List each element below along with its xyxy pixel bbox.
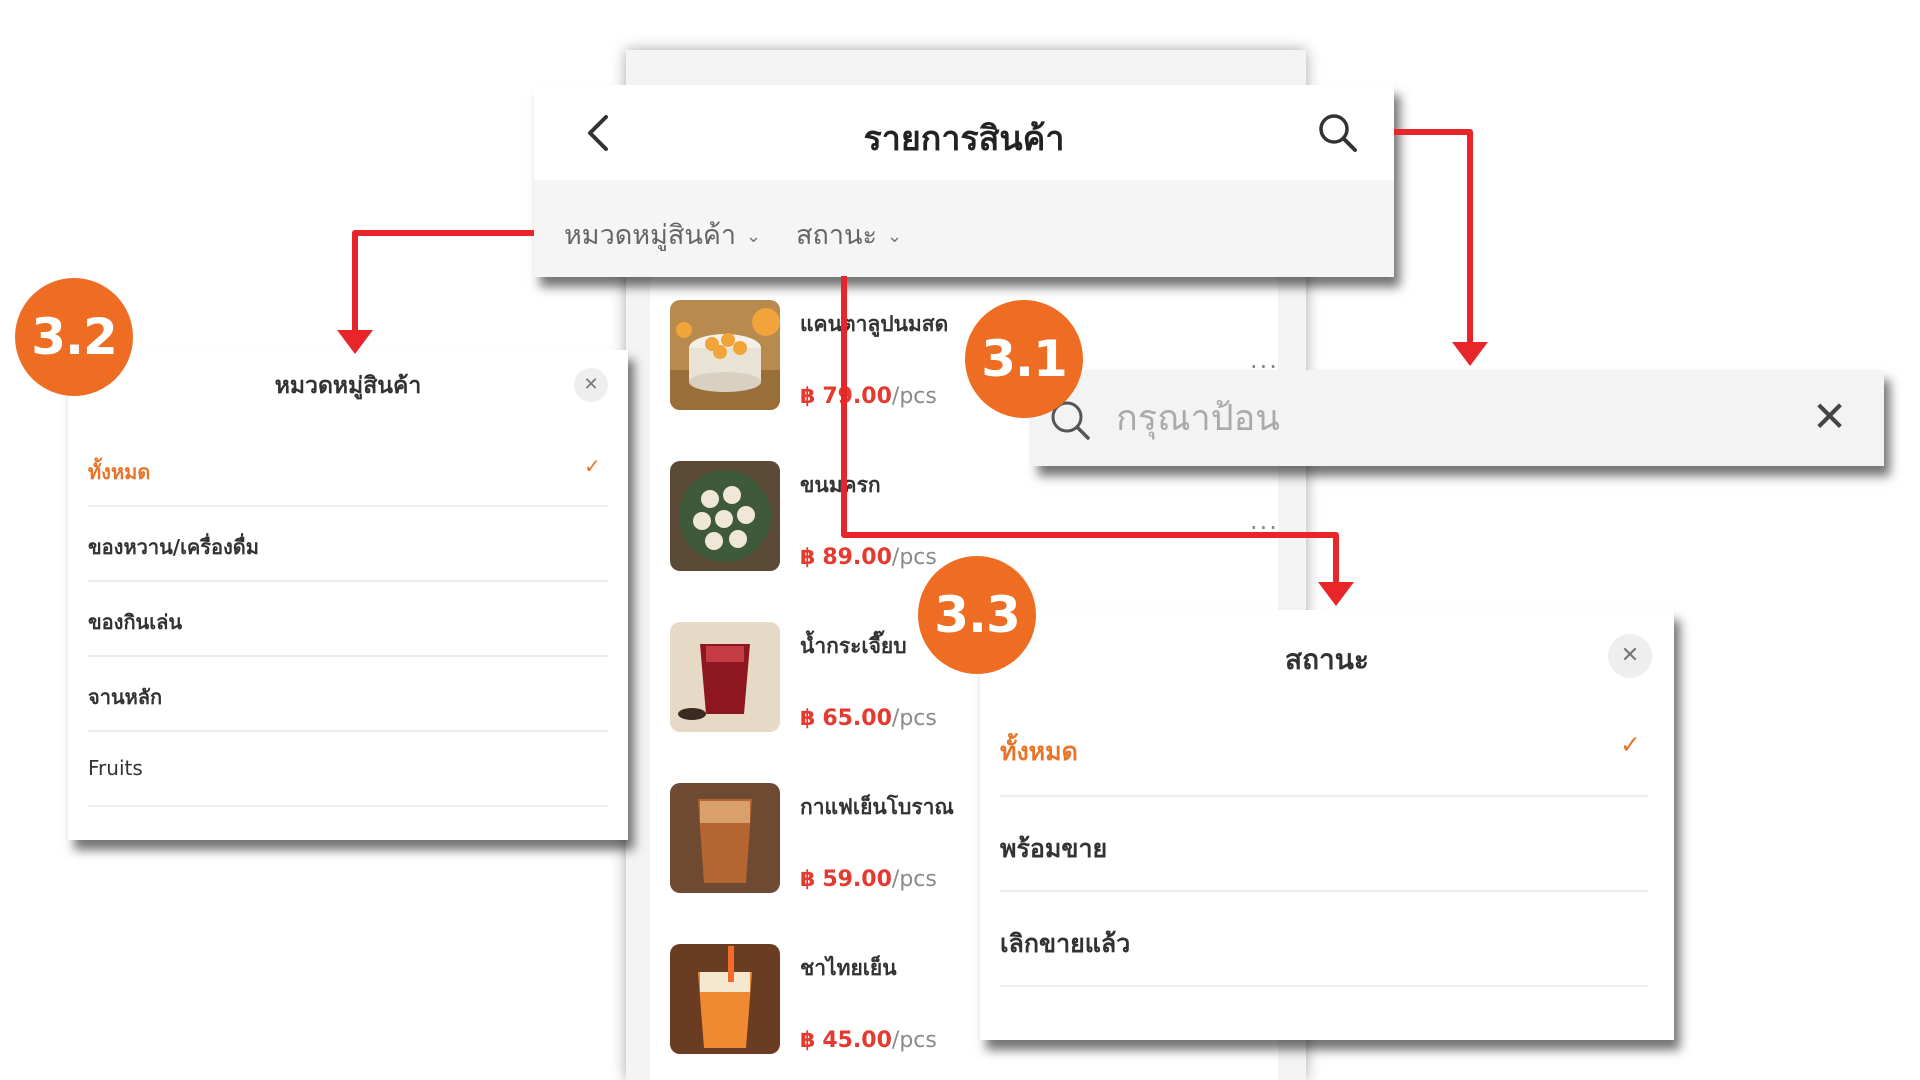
product-image (670, 300, 780, 410)
product-price: ฿ 79.00/pcs (800, 384, 937, 409)
chevron-down-icon: ⌄ (886, 226, 903, 247)
product-name: กาแฟเย็นโบราณ (800, 795, 954, 819)
category-filter-dropdown[interactable]: หมวดหมู่สินค้า ⌄ (564, 213, 761, 256)
sheet-title: หมวดหมู่สินค้า (274, 373, 422, 399)
product-price: ฿ 45.00/pcs (800, 1028, 937, 1053)
search-bar: ✕ (1032, 370, 1884, 466)
category-sheet: หมวดหมู่สินค้า ✕ ทั้งหมด ✓ ของหวาน/เครื่… (68, 350, 628, 840)
product-price: ฿ 89.00/pcs (800, 545, 937, 570)
search-icon[interactable] (1314, 109, 1360, 155)
more-options-icon[interactable]: ... (1250, 507, 1279, 535)
page-title: รายการสินค้า (863, 119, 1065, 159)
check-icon: ✓ (1620, 730, 1641, 759)
check-icon: ✓ (584, 454, 601, 478)
close-icon[interactable]: ✕ (574, 368, 608, 402)
product-name: ชาไทยเย็น (800, 956, 897, 980)
product-image (670, 461, 780, 571)
product-image (670, 783, 780, 893)
category-option[interactable]: ของกินเล่น (88, 582, 608, 657)
category-option[interactable]: จานหลัก (88, 657, 608, 732)
status-sheet: สถานะ ✕ ทั้งหมด ✓ พร้อมขาย เลิกขายแล้ว (980, 610, 1674, 1040)
close-icon[interactable]: ✕ (1608, 634, 1652, 678)
category-option[interactable]: ของหวาน/เครื่องดื่ม (88, 507, 608, 582)
chevron-down-icon: ⌄ (746, 226, 762, 247)
product-name: แคนตาลูปนมสด (800, 312, 949, 336)
sheet-title: สถานะ (1285, 643, 1369, 676)
product-image (670, 622, 780, 732)
badge-category: 3.2 (15, 278, 133, 396)
status-filter-dropdown[interactable]: สถานะ ⌄ (796, 213, 902, 256)
category-option-all[interactable]: ทั้งหมด ✓ (88, 430, 608, 507)
category-option[interactable]: Fruits (88, 732, 608, 807)
status-option[interactable]: เลิกขายแล้ว (1000, 892, 1648, 987)
status-option[interactable]: พร้อมขาย (1000, 797, 1648, 892)
product-name: น้ำกระเจี๊ยบ (800, 634, 907, 658)
app-header: รายการสินค้า หมวดหมู่สินค้า ⌄ สถานะ ⌄ (534, 85, 1394, 277)
badge-status: 3.3 (918, 556, 1036, 674)
close-icon[interactable]: ✕ (1812, 392, 1847, 442)
product-price: ฿ 65.00/pcs (800, 706, 937, 731)
search-input[interactable] (1114, 388, 1718, 448)
product-name: ขนมครก (800, 473, 881, 497)
product-image (670, 944, 780, 1054)
status-option-all[interactable]: ทั้งหมด ✓ (1000, 700, 1648, 797)
badge-search: 3.1 (965, 300, 1083, 418)
product-price: ฿ 59.00/pcs (800, 867, 937, 892)
